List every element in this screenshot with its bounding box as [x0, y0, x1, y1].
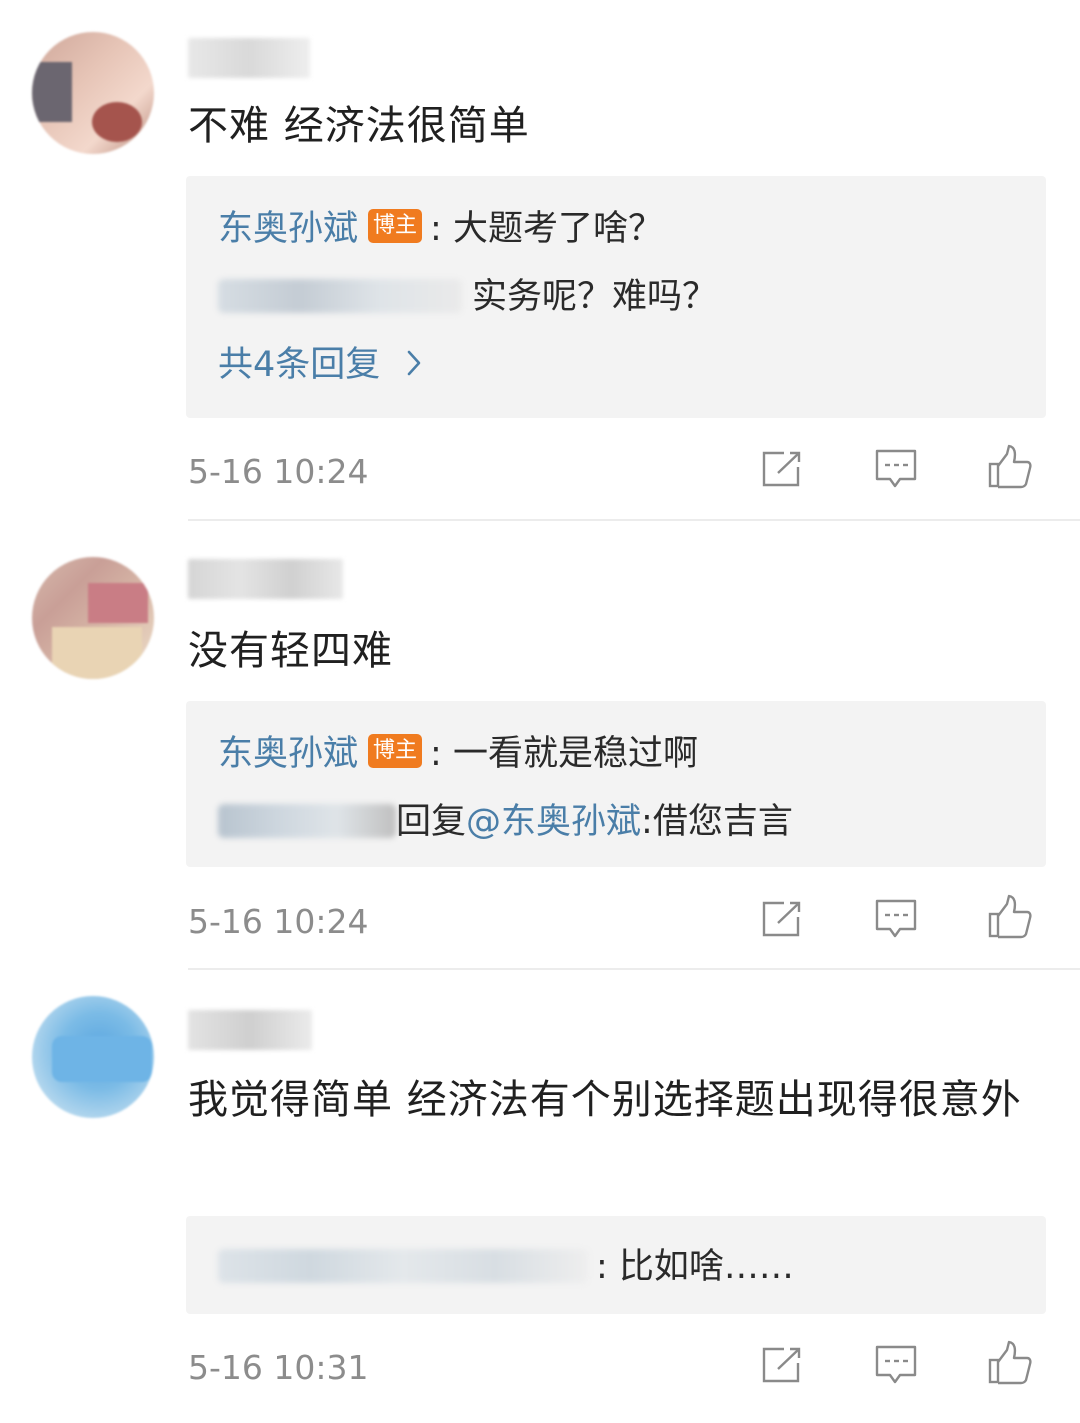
comment-button[interactable] [872, 1343, 920, 1391]
replier-redacted[interactable] [218, 1249, 588, 1283]
share-button[interactable] [758, 1343, 806, 1391]
avatar[interactable] [32, 32, 154, 154]
comment-icon [874, 1344, 918, 1390]
reply-line[interactable]: 实务呢？难吗？ [218, 272, 1026, 322]
like-button[interactable] [986, 1340, 1034, 1390]
reply-author[interactable]: 东奥孙斌 [218, 734, 358, 774]
replier-redacted[interactable] [218, 804, 396, 838]
comment-button[interactable] [872, 447, 920, 495]
reply-box[interactable]: : 比如啥…… [186, 1216, 1046, 1314]
username-redacted[interactable] [188, 1010, 312, 1050]
share-button[interactable] [758, 447, 806, 495]
more-replies-link[interactable]: 共4条回复 [218, 340, 1026, 390]
replier-redacted[interactable] [218, 279, 462, 313]
reply-text: : 比如啥…… [596, 1247, 794, 1287]
username-redacted[interactable] [188, 559, 343, 599]
more-replies-label: 共4条回复 [218, 345, 381, 385]
like-button[interactable] [986, 444, 1034, 494]
share-edit-icon [760, 899, 804, 943]
comment-item: 没有轻四难 东奥孙斌 博主: 一看就是稳过啊 回复@东奥孙斌:借您吉言 5-16 … [0, 521, 1080, 970]
comment-button[interactable] [872, 897, 920, 945]
reply-box[interactable]: 东奥孙斌 博主: 大题考了啥？ 实务呢？难吗？ 共4条回复 [186, 176, 1046, 418]
reply-line[interactable]: 回复@东奥孙斌:借您吉言 [218, 797, 1026, 847]
reply-line[interactable]: : 比如啥…… [218, 1242, 1026, 1292]
comment-time: 5-16 10:31 [188, 1348, 369, 1387]
reply-line[interactable]: 东奥孙斌 博主: 一看就是稳过啊 [218, 729, 1026, 779]
like-button[interactable] [986, 894, 1034, 944]
comment-icon [874, 448, 918, 494]
thumbs-up-icon [987, 444, 1033, 494]
comment-text: 不难 经济法很简单 [188, 103, 530, 149]
reply-text: :借您吉言 [641, 802, 793, 842]
reply-word: 回复 [396, 802, 467, 842]
comment-item: 我觉得简单 经济法有个别选择题出现得很意外 : 比如啥…… 5-16 10:31 [0, 970, 1080, 1423]
share-button[interactable] [758, 897, 806, 945]
comment-time: 5-16 10:24 [188, 902, 369, 941]
reply-line[interactable]: 东奥孙斌 博主: 大题考了啥？ [218, 204, 1026, 254]
comment-icon [874, 898, 918, 944]
thumbs-up-icon [987, 894, 1033, 944]
comment-time: 5-16 10:24 [188, 452, 369, 491]
reply-author[interactable]: 东奥孙斌 [218, 209, 358, 249]
share-edit-icon [760, 1345, 804, 1389]
author-badge: 博主 [368, 734, 423, 768]
reply-box[interactable]: 东奥孙斌 博主: 一看就是稳过啊 回复@东奥孙斌:借您吉言 [186, 701, 1046, 867]
comment-text: 没有轻四难 [188, 628, 393, 674]
reply-text: : 大题考了啥？ [430, 209, 663, 249]
share-edit-icon [760, 449, 804, 493]
avatar[interactable] [32, 996, 154, 1118]
thumbs-up-icon [987, 1340, 1033, 1390]
reply-text: 实务呢？难吗？ [472, 277, 718, 317]
author-badge: 博主 [368, 209, 423, 243]
username-redacted[interactable] [188, 38, 310, 78]
avatar[interactable] [32, 557, 154, 679]
chevron-right-icon [405, 341, 423, 391]
comment-item: 不难 经济法很简单 东奥孙斌 博主: 大题考了啥？ 实务呢？难吗？ 共4条回复 5… [0, 0, 1080, 521]
reply-text: : 一看就是稳过啊 [430, 734, 698, 774]
comment-text: 我觉得简单 经济法有个别选择题出现得很意外 [188, 1077, 1022, 1123]
reply-mention[interactable]: @东奥孙斌 [466, 802, 641, 842]
